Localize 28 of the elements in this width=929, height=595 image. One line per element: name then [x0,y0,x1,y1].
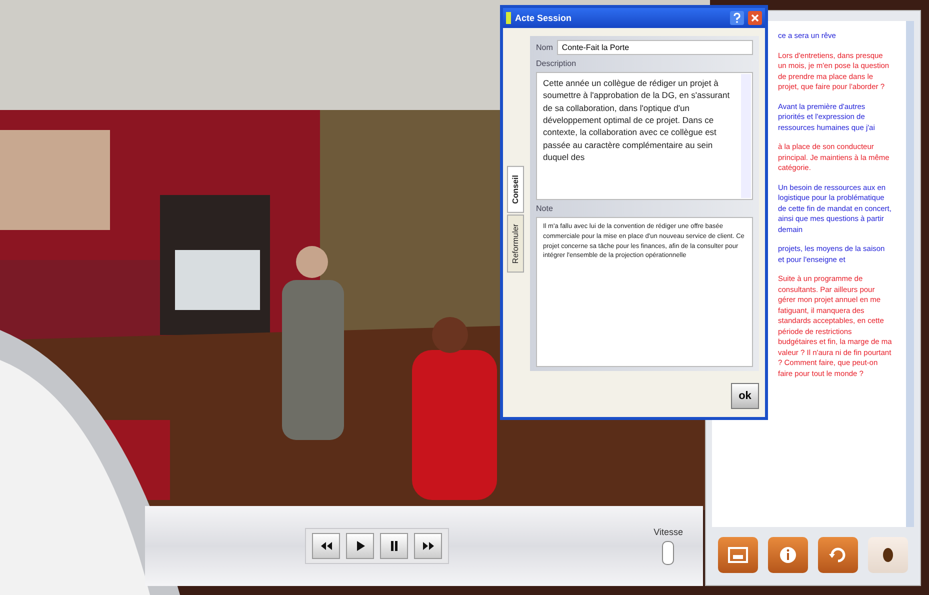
name-label: Nom [536,43,553,52]
oval-icon [881,547,895,563]
refresh-tool-button[interactable] [818,537,858,573]
record-tool-button[interactable] [868,537,908,573]
info-tool-button[interactable] [768,537,808,573]
pause-button[interactable] [380,533,408,559]
description-label: Description [536,59,578,68]
help-icon[interactable] [730,11,744,25]
app-icon [506,12,511,24]
picture-tool-button[interactable] [718,537,758,573]
name-field[interactable]: Conte-Fait la Porte [556,40,753,55]
close-icon[interactable] [748,11,762,25]
speed-spinner[interactable] [662,541,674,565]
info-icon [779,546,797,564]
play-button[interactable] [346,533,374,559]
refresh-icon [828,545,848,565]
description-field[interactable]: Cette année un collègue de rédiger un projet à soumettre à l'approbation de la DG, en s'assurant de sa collaboration, dans l'optique d'un développement optimal de ce projet. Dans ce contexte, la collaboration avec ce collègue est passée au caractère complémentaire au sein duquel des [536,72,753,200]
fast-forward-icon [421,539,435,553]
rewind-icon [319,539,333,553]
window-title: Acte Session [515,13,573,23]
ok-button[interactable]: ok [731,383,759,409]
side-tab[interactable]: Conseil [507,166,524,213]
speed-label: Vitesse [654,527,683,537]
picture-frame-icon [728,547,748,563]
note-label: Note [536,204,554,213]
rewind-button[interactable] [312,533,340,559]
side-tab[interactable]: Reformuler [507,214,524,272]
fast-forward-button[interactable] [414,533,442,559]
